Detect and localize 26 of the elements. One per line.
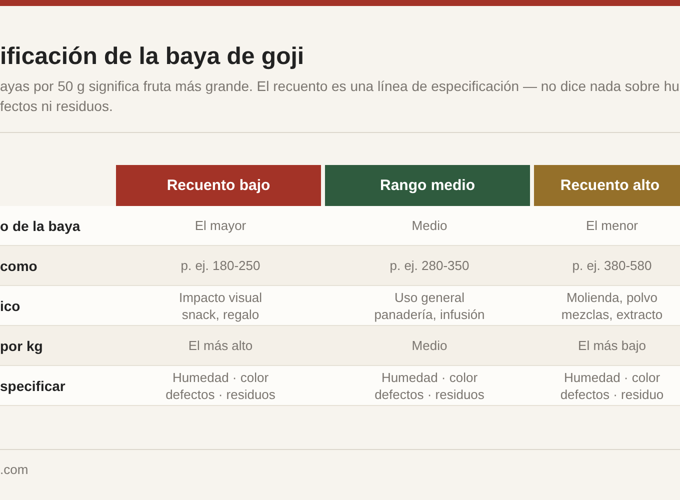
table-cell: Impacto visual snack, regalo (116, 286, 325, 326)
table-cell: El más alto (116, 326, 325, 366)
table-cell: Medio (325, 206, 534, 246)
table-cell: Humedad · color defectos · residuos (325, 366, 534, 406)
table-cell: El más bajo (534, 326, 680, 366)
table-cell: Medio (325, 326, 534, 366)
row-label: specificar (0, 366, 116, 406)
footer-text: .com (0, 462, 30, 477)
column-header: Recuento alto (534, 165, 680, 206)
column-header: Recuento bajo (116, 165, 321, 206)
column-header: Rango medio (325, 165, 530, 206)
table-cell: Humedad · color defectos · residuos (116, 366, 325, 406)
table-cell: Humedad · color defectos · residuo (534, 366, 680, 406)
table-cell: El menor (534, 206, 680, 246)
page-title: ificación de la baya de goji (0, 42, 306, 72)
table-cell: p. ej. 180-250 (116, 246, 325, 286)
table-cell: El mayor (116, 206, 325, 246)
table-cell: p. ej. 380-580 (534, 246, 680, 286)
description: ayas por 50 g significa fruta más grande. El recuento es una línea de especificación — no dice nada sobre hu fectos ni residuos. (0, 77, 680, 116)
row-label: por kg (0, 326, 116, 366)
row-label: como (0, 246, 116, 286)
table-cell: Molienda, polvo mezclas, extracto (534, 286, 680, 326)
row-label: ico (0, 286, 116, 326)
table-cell: p. ej. 280-350 (325, 246, 534, 286)
table-cell: Uso general panadería, infusión (325, 286, 534, 326)
row-label: o de la baya (0, 206, 116, 246)
